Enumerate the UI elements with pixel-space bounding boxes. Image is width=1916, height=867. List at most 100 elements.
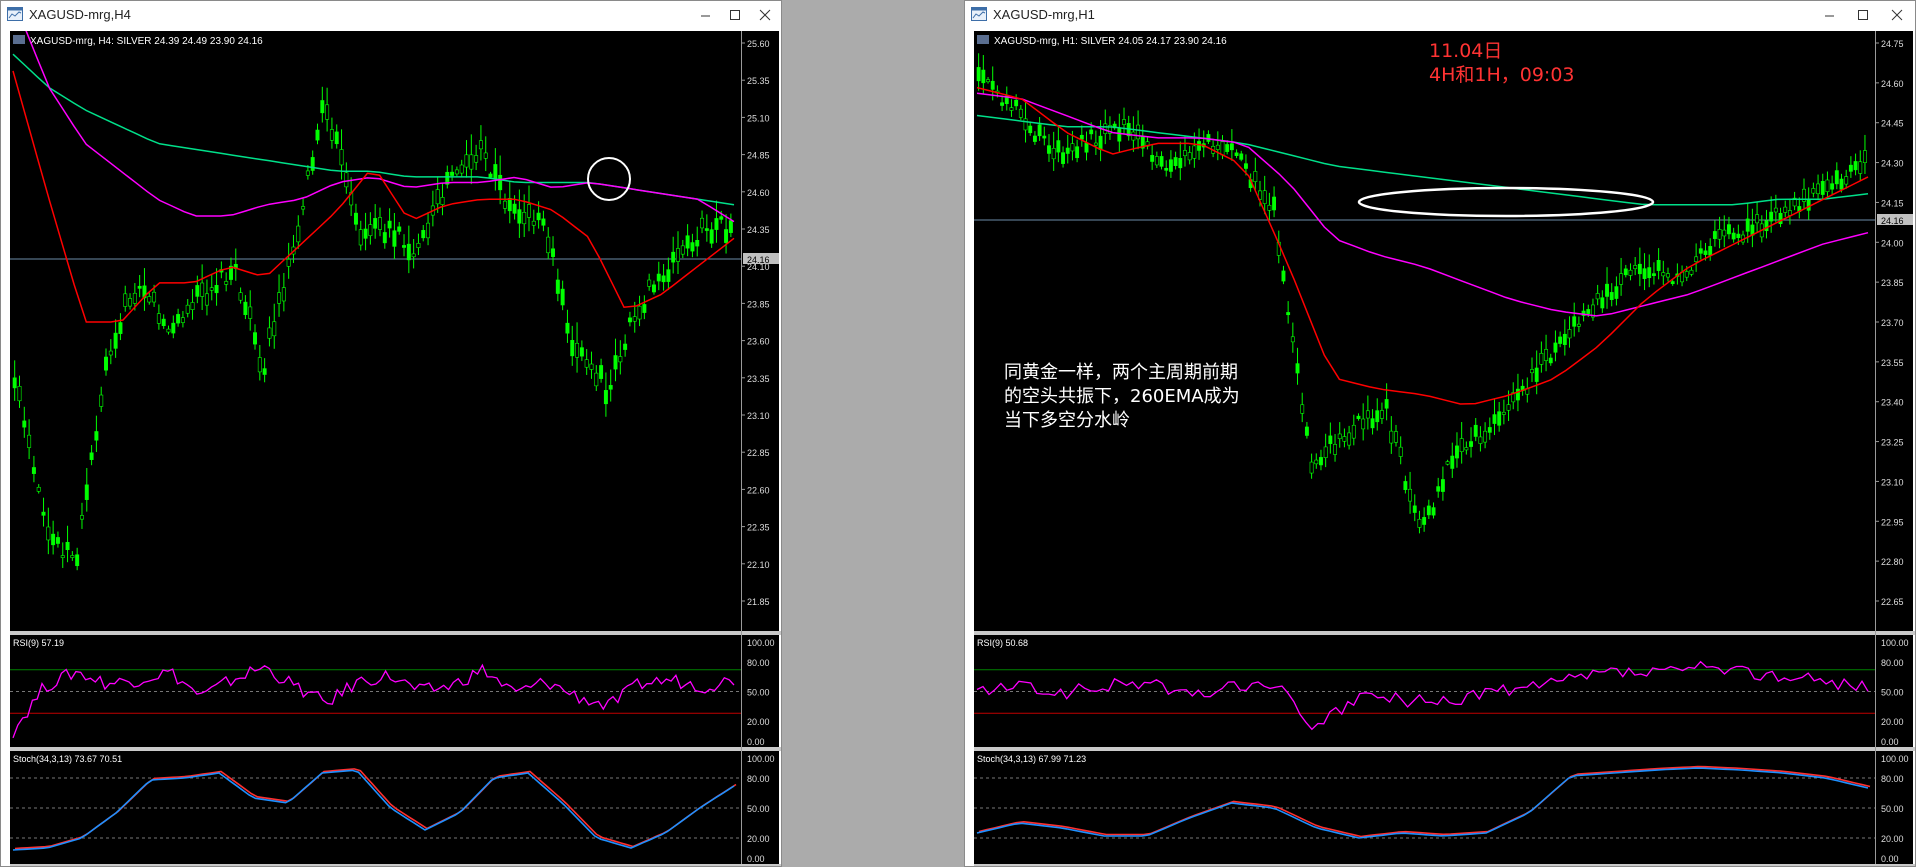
candle-body: [435, 189, 440, 205]
candle-body: [281, 287, 286, 302]
candle-body: [1079, 134, 1084, 140]
candle-body: [1633, 265, 1638, 270]
candle-body: [195, 285, 200, 297]
current-price-label: 24.16: [1881, 216, 1904, 226]
candle-body: [531, 220, 536, 226]
candle-body: [450, 171, 455, 176]
price-label: 23.25: [1881, 438, 1904, 448]
panel-separator: [10, 631, 781, 635]
candle-body: [1769, 211, 1774, 222]
candle-body: [1286, 312, 1291, 316]
candle-body: [108, 350, 113, 356]
candle-body: [1422, 517, 1427, 525]
candle-body: [1764, 220, 1769, 232]
candle-body: [89, 452, 94, 460]
price-label: 22.10: [747, 560, 770, 570]
candle-body: [1370, 418, 1375, 429]
candle-body: [1009, 107, 1014, 111]
highlight-ellipse: [1357, 186, 1655, 218]
rsi-scale-label: 50.00: [747, 688, 770, 698]
chart-area[interactable]: XAGUSD-mrg, H4: SILVER 24.39 24.49 23.90…: [10, 31, 781, 866]
candle-body: [1168, 159, 1173, 172]
candle-body: [661, 275, 666, 283]
candle-body: [1323, 446, 1328, 458]
close-icon[interactable]: [747, 1, 783, 29]
window-title: XAGUSD-mrg,H4: [29, 7, 131, 22]
candle-body: [1811, 188, 1816, 194]
candle-body: [1501, 411, 1506, 415]
candle-body: [51, 533, 56, 546]
candle-body: [55, 537, 60, 544]
candle-body: [527, 204, 531, 218]
window-title: XAGUSD-mrg,H1: [993, 7, 1095, 22]
candle-body: [651, 284, 656, 293]
title-bar[interactable]: XAGUSD-mrg,H4: [1, 1, 781, 29]
candle-body: [1384, 399, 1389, 409]
candle-body: [990, 80, 995, 90]
candle-body: [1300, 404, 1305, 414]
title-bar[interactable]: XAGUSD-mrg,H1: [965, 1, 1915, 29]
candle-body: [118, 322, 123, 334]
candle-body: [483, 152, 488, 159]
price-chart-svg[interactable]: XAGUSD-mrg, H1: SILVER 24.05 24.17 23.90…: [974, 31, 1915, 866]
candle-body: [1628, 269, 1633, 276]
stoch-scale-label: 100.00: [1881, 754, 1909, 764]
maximize-icon[interactable]: [1845, 1, 1881, 29]
candle-body: [695, 240, 700, 247]
candle-body: [137, 285, 142, 289]
candle-body: [1684, 271, 1689, 278]
candle-body: [238, 292, 243, 301]
candle-body: [310, 157, 315, 171]
candle-body: [1229, 143, 1234, 151]
candle-body: [551, 248, 556, 257]
candle-body: [632, 316, 637, 322]
rsi-label: RSI(9) 57.19: [13, 638, 64, 648]
candle-body: [1408, 488, 1413, 502]
candle-body: [1755, 214, 1760, 224]
stoch-scale-label: 0.00: [1881, 854, 1899, 864]
close-icon[interactable]: [1879, 1, 1915, 29]
candle-body: [397, 226, 402, 232]
candle-body: [560, 288, 565, 306]
stoch-scale-label: 100.00: [747, 754, 775, 764]
candle-body: [161, 318, 166, 327]
minimize-icon[interactable]: [1811, 1, 1847, 29]
rsi-line: [12, 663, 735, 739]
candle-body: [1328, 435, 1333, 444]
chart-area[interactable]: XAGUSD-mrg, H1: SILVER 24.05 24.17 23.90…: [974, 31, 1915, 866]
candle-body: [166, 328, 171, 333]
candle-body: [1253, 171, 1258, 182]
time-axis-bg: [10, 864, 781, 866]
chart-window-icon: [13, 35, 25, 44]
candle-body: [1075, 146, 1080, 159]
candle-body: [1206, 134, 1211, 142]
candle-body: [315, 129, 320, 141]
price-label: 23.60: [747, 337, 770, 347]
candle-body: [618, 356, 623, 363]
candle-body: [1225, 144, 1230, 152]
candle-body: [603, 390, 608, 405]
candle-body: [1576, 323, 1581, 327]
candle-body: [714, 218, 719, 230]
candle-body: [704, 228, 709, 231]
candle-body: [608, 385, 613, 390]
candle-body: [1173, 157, 1178, 166]
candle-body: [128, 298, 133, 307]
candle-body: [1187, 152, 1192, 161]
candle-body: [214, 285, 219, 294]
stoch-scale-label: 20.00: [747, 834, 770, 844]
candle-body: [1839, 178, 1844, 190]
candle-body: [1623, 268, 1628, 276]
candle-body: [1417, 518, 1422, 528]
candle-body: [1361, 418, 1366, 430]
price-chart-svg[interactable]: XAGUSD-mrg, H4: SILVER 24.39 24.49 23.90…: [10, 31, 781, 866]
candle-body: [1450, 455, 1455, 469]
price-label: 22.85: [747, 448, 770, 458]
chart-window-icon: [977, 35, 989, 44]
stoch-scale-label: 50.00: [1881, 804, 1904, 814]
candle-body: [1647, 267, 1652, 279]
price-label: 23.40: [1881, 398, 1904, 408]
candle-body: [36, 487, 41, 492]
price-label: 24.60: [1881, 79, 1904, 89]
candle-body: [1651, 273, 1656, 276]
